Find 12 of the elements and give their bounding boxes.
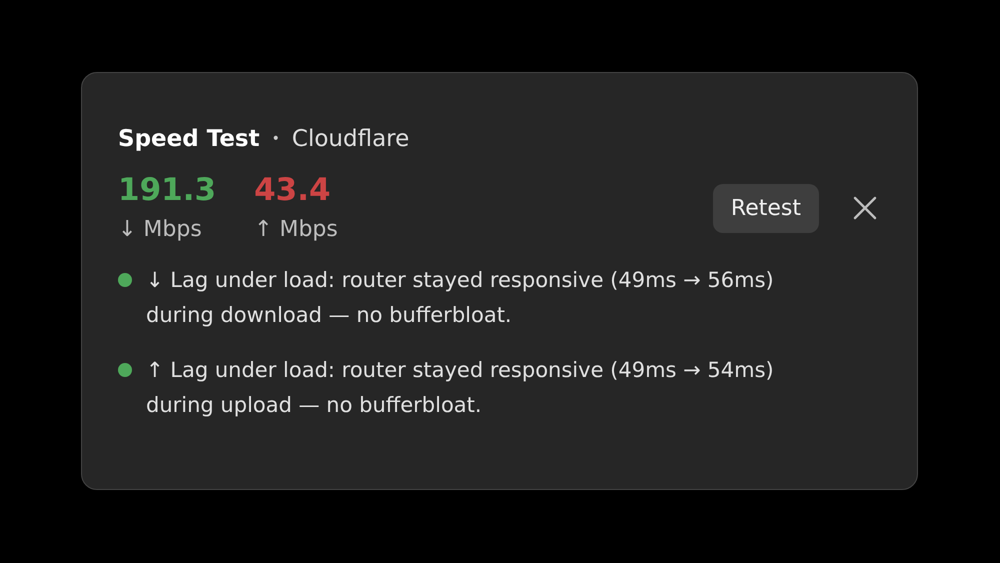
provider-name: Cloudflare — [292, 126, 410, 152]
speed-unit: ↑ Mbps — [254, 216, 338, 244]
status-message: ↑ Lag under load: router stayed responsive (49ms → 54ms) during upload — no bufferbloat. — [146, 357, 775, 419]
speed-value: 43.4 — [254, 171, 332, 209]
speed-unit: ↓ Mbps — [118, 216, 203, 244]
retest-button[interactable]: Retest — [712, 184, 819, 232]
separator-dot: • — [272, 131, 280, 147]
card-title: Speed Test — [118, 126, 260, 152]
close-button[interactable] — [853, 196, 877, 220]
speed-value: 191.3 — [118, 171, 216, 209]
status-message: ↓ Lag under load: router stayed responsive (49ms → 56ms) during download — no bufferbloat. — [146, 267, 775, 329]
close-icon — [853, 196, 877, 220]
